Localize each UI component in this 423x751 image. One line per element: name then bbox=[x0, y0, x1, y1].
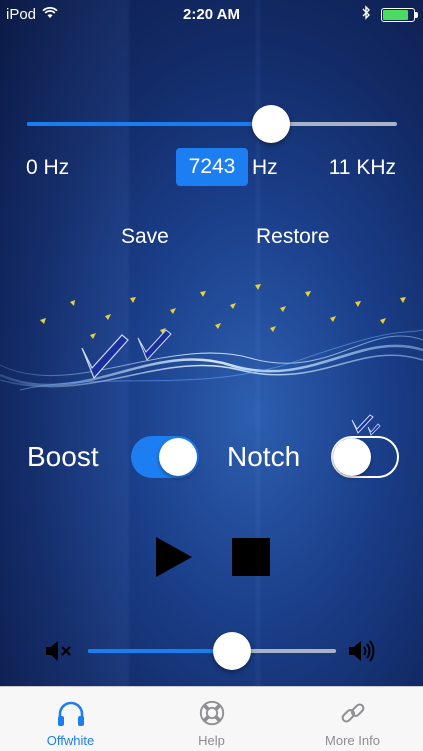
tab-label: Help bbox=[198, 733, 225, 748]
frequency-readout: 0 Hz 7243 Hz 11 KHz bbox=[0, 148, 423, 188]
frequency-max-label: 11 KHz bbox=[328, 156, 396, 179]
stop-button[interactable] bbox=[232, 538, 270, 581]
tab-bar: Offwhite Help More Info bbox=[0, 686, 423, 751]
tab-offwhite[interactable]: Offwhite bbox=[0, 687, 141, 751]
tab-more-info[interactable]: More Info bbox=[282, 687, 423, 751]
notch-checkmark-icon bbox=[351, 414, 381, 436]
volume-slider-thumb[interactable] bbox=[212, 632, 251, 670]
headphones-icon bbox=[57, 701, 84, 726]
volume-mute-icon[interactable] bbox=[44, 640, 74, 667]
frequency-slider-fill bbox=[27, 122, 272, 126]
frequency-slider-thumb[interactable] bbox=[252, 105, 291, 143]
notch-toggle[interactable] bbox=[331, 436, 399, 478]
volume-max-icon[interactable] bbox=[347, 639, 377, 668]
frequency-min-label: 0 Hz bbox=[26, 156, 70, 179]
battery-level bbox=[383, 9, 408, 20]
status-time: 2:20 AM bbox=[183, 6, 240, 23]
volume-slider-fill bbox=[88, 649, 232, 653]
play-icon bbox=[156, 537, 192, 577]
bluetooth-icon bbox=[362, 5, 371, 24]
notch-toggle-knob bbox=[333, 438, 371, 476]
notch-label: Notch bbox=[227, 441, 301, 472]
lifebuoy-icon bbox=[199, 700, 224, 726]
frequency-value: 7243 bbox=[188, 155, 236, 178]
tab-label: More Info bbox=[325, 733, 380, 748]
tab-help[interactable]: Help bbox=[141, 687, 282, 751]
frequency-unit-label: Hz bbox=[252, 156, 278, 179]
boost-label: Boost bbox=[27, 441, 99, 472]
save-button[interactable]: Save bbox=[121, 225, 169, 249]
play-button[interactable] bbox=[154, 535, 194, 584]
wave-artwork bbox=[0, 284, 423, 391]
restore-button[interactable]: Restore bbox=[256, 225, 330, 249]
status-bar: iPod 2:20 AM bbox=[0, 0, 423, 28]
frequency-slider[interactable] bbox=[27, 105, 397, 143]
stop-icon bbox=[232, 538, 270, 576]
boost-toggle-knob bbox=[159, 438, 197, 476]
volume-slider[interactable] bbox=[88, 632, 336, 670]
boost-toggle[interactable] bbox=[131, 436, 199, 478]
tab-label: Offwhite bbox=[46, 733, 95, 748]
link-icon bbox=[341, 703, 364, 723]
battery-icon bbox=[381, 7, 418, 22]
frequency-value-field[interactable]: 7243 bbox=[176, 148, 248, 186]
